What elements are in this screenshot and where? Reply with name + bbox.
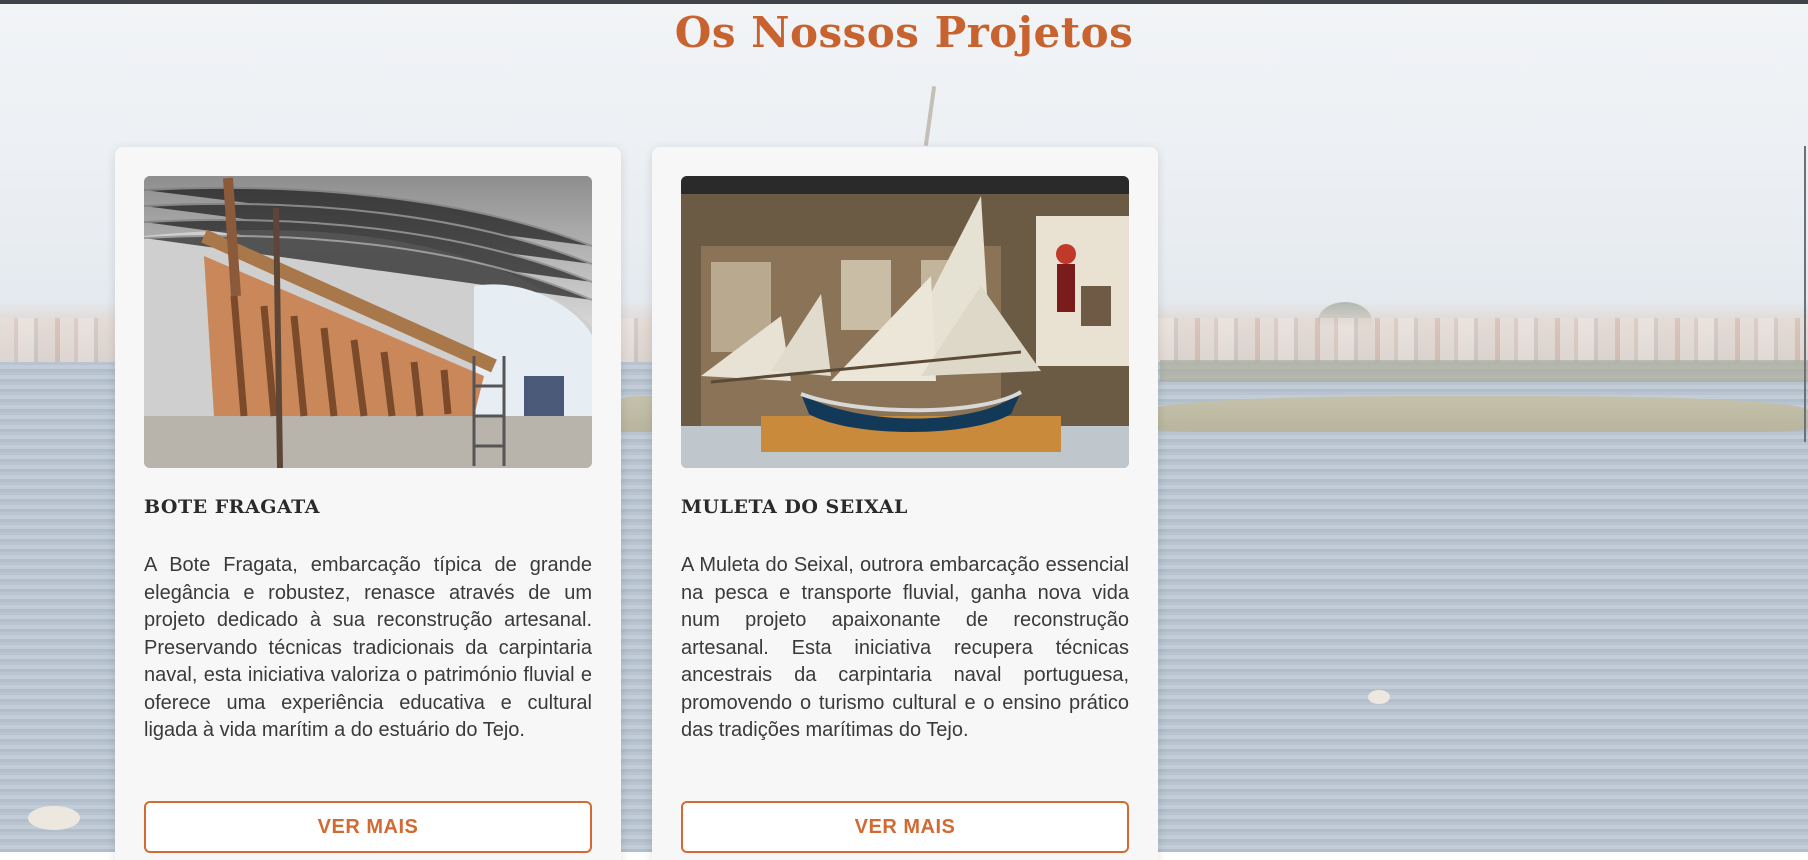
project-description: A Bote Fragata, embarcação típica de gra… [144, 554, 592, 741]
projects-page: Os Nossos Projetos BOTE FRAGATA A Bote F… [0, 0, 1808, 860]
top-divider [0, 0, 1808, 4]
ver-mais-button-bote-fragata[interactable]: VER MAIS [144, 801, 592, 853]
ver-mais-button-muleta-do-seixal[interactable]: VER MAIS [681, 801, 1129, 853]
section-title: Os Nossos Projetos [674, 8, 1134, 57]
project-image-bote-fragata [144, 176, 592, 468]
project-title: BOTE FRAGATA [144, 496, 320, 518]
project-card-muleta-do-seixal: MULETA DO SEIXAL A Muleta do Seixal, out… [652, 147, 1158, 860]
scroll-indicator [1804, 146, 1806, 442]
project-card-bote-fragata: BOTE FRAGATA A Bote Fragata, embarcação … [115, 147, 621, 860]
project-title: MULETA DO SEIXAL [681, 496, 908, 518]
project-description: A Muleta do Seixal, outrora embarcação e… [681, 554, 1129, 741]
sailboat-model-icon [681, 176, 1129, 468]
boat-hull-construction-icon [144, 176, 592, 468]
project-image-muleta-do-seixal [681, 176, 1129, 468]
